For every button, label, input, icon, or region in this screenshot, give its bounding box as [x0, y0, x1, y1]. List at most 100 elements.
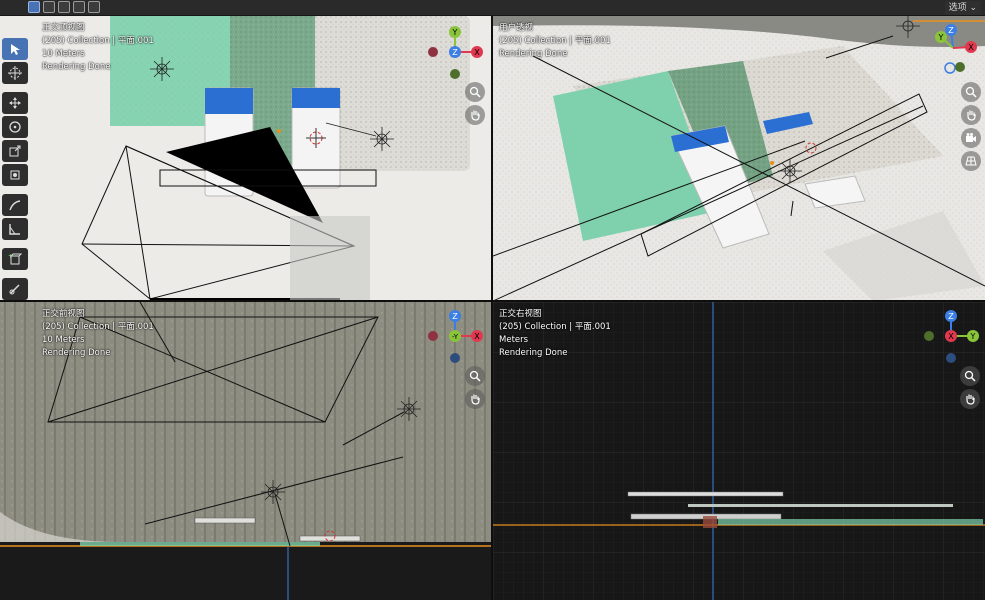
- render-status: Rendering Done: [42, 348, 111, 358]
- scale-label: 10 Meters: [42, 335, 85, 345]
- box-select-intersect-icon[interactable]: [88, 1, 100, 13]
- select-tool[interactable]: [2, 38, 28, 60]
- view-name: 正交前视图: [42, 309, 85, 319]
- svg-text:-Y: -Y: [452, 333, 459, 341]
- move-tool[interactable]: [2, 92, 28, 114]
- viewport-top-ortho[interactable]: 正交顶视图 (205) Collection | 平面.001 10 Meter…: [0, 16, 491, 301]
- axis-gizmo-icon: Z -Y X: [428, 310, 483, 363]
- selection-mode-group: [28, 1, 100, 13]
- collection-label: (205) Collection | 平面.001: [499, 36, 611, 46]
- axis-gizmo-icon: Y Z X: [935, 24, 977, 74]
- scale-label: 10 Meters: [42, 49, 85, 59]
- hand-icon: [966, 394, 975, 405]
- cursor-tool[interactable]: [2, 62, 28, 84]
- grid-perspective-icon: [965, 156, 977, 166]
- svg-text:Z: Z: [452, 48, 458, 57]
- viewport-info-right: 正交右视图 (205) Collection | 平面.001 Meters R…: [499, 308, 611, 360]
- view-name: 用户透视: [499, 23, 534, 33]
- collection-label: (205) Collection | 平面.001: [499, 322, 611, 332]
- box-select-subtract-icon[interactable]: [58, 1, 70, 13]
- viewport-header: 选项 ⌄: [0, 0, 985, 16]
- transform-icon: [10, 170, 20, 180]
- render-status: Rendering Done: [499, 348, 568, 358]
- transform-tool[interactable]: [2, 164, 28, 186]
- 3d-cursor-icon: [8, 66, 22, 80]
- zoom-button[interactable]: [465, 366, 485, 386]
- zoom-button[interactable]: [961, 82, 981, 102]
- annotate-tool[interactable]: [2, 194, 28, 216]
- navigation-gizmo-front[interactable]: Z -Y X: [420, 306, 490, 376]
- ruler-icon: [9, 224, 20, 235]
- plane-object-2: [688, 504, 953, 507]
- pan-button[interactable]: [961, 105, 981, 125]
- pan-button[interactable]: [465, 389, 485, 409]
- pan-button[interactable]: [465, 105, 485, 125]
- camera-icon: [966, 133, 976, 142]
- view-name: 正交顶视图: [42, 23, 85, 33]
- svg-text:X: X: [948, 332, 954, 341]
- view-name: 正交右视图: [499, 309, 542, 319]
- shear-tool[interactable]: [2, 278, 28, 300]
- box-select-icon[interactable]: [28, 1, 40, 13]
- render-status: Rendering Done: [499, 49, 568, 59]
- shear-icon: [9, 284, 20, 295]
- box-select-invert-icon[interactable]: [73, 1, 85, 13]
- svg-text:X: X: [968, 43, 974, 52]
- svg-text:+: +: [8, 253, 13, 260]
- collection-label: (205) Collection | 平面.001: [42, 36, 154, 46]
- cursor-arrow-icon: [11, 44, 20, 55]
- svg-text:Y: Y: [938, 33, 944, 42]
- viewport-info-front: 正交前视图 (205) Collection | 平面.001 10 Meter…: [42, 308, 154, 360]
- blender-window: 选项 ⌄ 正交顶视图 (205) Collection | 平面.001 10 …: [0, 0, 985, 600]
- navigation-gizmo-right[interactable]: Z X Y: [916, 306, 985, 376]
- pan-button[interactable]: [960, 389, 980, 409]
- svg-text:X: X: [474, 332, 480, 341]
- zoom-icon: [964, 370, 976, 382]
- camera-view-button[interactable]: [961, 128, 981, 148]
- options-dropdown[interactable]: 选项 ⌄: [944, 1, 981, 15]
- viewport-right-ortho[interactable]: 正交右视图 (205) Collection | 平面.001 Meters R…: [493, 302, 985, 600]
- pencil-icon: [9, 200, 21, 211]
- zoom-icon: [965, 86, 977, 98]
- axis-gizmo-icon: Z X Y: [924, 310, 979, 363]
- move-arrows-icon: [9, 97, 21, 109]
- svg-text:Z: Z: [948, 26, 954, 35]
- render-status: Rendering Done: [42, 62, 111, 72]
- zoom-button[interactable]: [465, 82, 485, 102]
- viewport-user-perspective[interactable]: 用户透视 (205) Collection | 平面.001 Rendering…: [493, 16, 985, 301]
- zoom-icon: [469, 86, 481, 98]
- svg-text:Z: Z: [948, 312, 954, 321]
- scale-label: Meters: [499, 335, 529, 345]
- svg-text:Z: Z: [452, 312, 458, 321]
- tool-shelf: +: [2, 38, 30, 301]
- zoom-icon: [469, 370, 481, 382]
- viewport-front-ortho[interactable]: 正交前视图 (205) Collection | 平面.001 10 Meter…: [0, 302, 491, 600]
- svg-text:Y: Y: [970, 332, 976, 341]
- projection-toggle-button[interactable]: [961, 151, 981, 171]
- scale-icon: [9, 145, 21, 157]
- hand-icon: [471, 394, 480, 405]
- viewport-divider-vertical[interactable]: [491, 16, 493, 600]
- plane-object-1: [627, 491, 784, 497]
- hand-icon: [471, 110, 480, 121]
- viewport-divider-horizontal[interactable]: [0, 300, 985, 302]
- add-cube-tool[interactable]: +: [2, 248, 28, 270]
- rotate-tool[interactable]: [2, 116, 28, 138]
- chevron-down-icon: ⌄: [969, 3, 977, 13]
- axis-gizmo-icon: Y Z X: [428, 26, 483, 79]
- svg-text:X: X: [474, 48, 480, 57]
- measure-tool[interactable]: [2, 218, 28, 240]
- zoom-button[interactable]: [960, 366, 980, 386]
- box-select-extend-icon[interactable]: [43, 1, 55, 13]
- viewport-info-perspective: 用户透视 (205) Collection | 平面.001 Rendering…: [499, 22, 611, 61]
- svg-text:Y: Y: [452, 28, 458, 37]
- viewport-info-top: 正交顶视图 (205) Collection | 平面.001 10 Meter…: [42, 22, 154, 74]
- navigation-gizmo-top[interactable]: Y Z X: [420, 22, 490, 92]
- collection-label: (205) Collection | 平面.001: [42, 322, 154, 332]
- navigation-gizmo-perspective[interactable]: Y Z X: [917, 20, 985, 90]
- options-label: 选项: [948, 3, 967, 13]
- rotate-icon: [9, 121, 21, 133]
- hand-icon: [967, 110, 976, 121]
- add-cube-icon: +: [8, 253, 22, 265]
- scale-tool[interactable]: [2, 140, 28, 162]
